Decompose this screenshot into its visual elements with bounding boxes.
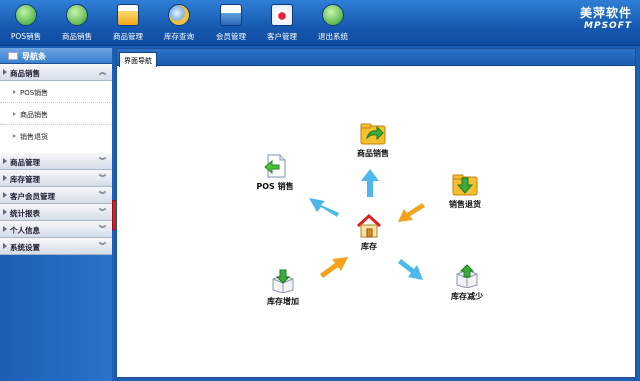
arrow-stock-to-stock-reduce (398, 259, 423, 280)
sidebar-section-system-settings[interactable]: 系统设置 ︾ (0, 238, 112, 255)
sidebar-section-label: 库存管理 (10, 175, 40, 184)
expand-chevron-icon: ︾ (99, 174, 106, 182)
sidebar-section-label: 商品管理 (10, 158, 40, 167)
main-panel: 界面导航 商品销售 POS 销售 销售退货 库存 库存增加 库存减少 (116, 48, 636, 378)
nav-bar-icon (8, 52, 18, 60)
toolbar-member-manage-button[interactable]: 会员管理 (208, 2, 254, 44)
sidebar-section-customer-member[interactable]: 客户会员管理 ︾ (0, 187, 112, 204)
expand-chevron-icon: ︾ (99, 191, 106, 199)
pos-sale-icon (15, 4, 37, 26)
sidebar-section-label: 商品销售 (10, 69, 40, 78)
toolbar-customer-manage-button[interactable]: 客户管理 (259, 2, 305, 44)
arrow-stock-to-product-sale (361, 169, 379, 197)
sidebar-section-label: 客户会员管理 (10, 192, 55, 201)
arrow-stock-add-to-stock (320, 257, 348, 278)
logo-line1: 美萍软件 (579, 6, 632, 20)
expand-chevron-icon: ︾ (99, 157, 106, 165)
expand-arrow-icon (3, 69, 7, 75)
toolbar-label: POS销售 (10, 32, 42, 41)
expand-chevron-icon: ︾ (99, 225, 106, 233)
flow-arrows (309, 169, 425, 280)
sidebar-title: 导航条 (22, 52, 46, 61)
exit-icon (322, 4, 344, 26)
top-toolbar: POS销售 商品销售 商品管理 库存查询 会员管理 客户管理 退出系统 美萍软件… (0, 0, 640, 46)
toolbar-label: 会员管理 (216, 32, 246, 41)
sidebar-section-personal-info[interactable]: 个人信息 ︾ (0, 221, 112, 238)
brand-logo: 美萍软件 MPSOFT (580, 4, 632, 31)
sidebar-item-product-sale[interactable]: 商品销售 (0, 103, 112, 125)
sidebar: 导航条 商品销售 ︽ POS销售 商品销售 销售退货 商品管理 ︾ 库存管理 ︾… (0, 48, 112, 381)
expand-chevron-icon: ︾ (99, 242, 106, 250)
toolbar-label: 商品销售 (62, 32, 92, 41)
logo-line2: MPSOFT (584, 21, 632, 31)
sidebar-section-product-sale[interactable]: 商品销售 ︽ (0, 64, 112, 81)
sidebar-section-label: 个人信息 (10, 226, 40, 235)
sidebar-section-label: 系统设置 (10, 243, 40, 252)
member-manage-icon (220, 4, 242, 26)
toolbar-product-sale-button[interactable]: 商品销售 (54, 2, 100, 44)
product-manage-icon (117, 4, 139, 26)
arrow-sale-return-to-stock (398, 203, 425, 222)
toolbar-exit-button[interactable]: 退出系统 (310, 2, 356, 44)
arrow-stock-to-pos-sale (309, 198, 339, 217)
toolbar-pos-sale-button[interactable]: POS销售 (3, 2, 49, 44)
toolbar-label: 库存查询 (164, 32, 194, 41)
customer-manage-icon (271, 4, 293, 26)
sidebar-item-label: POS销售 (20, 89, 49, 97)
product-sale-icon (66, 4, 88, 26)
sidebar-item-pos-sale[interactable]: POS销售 (0, 81, 112, 103)
expand-chevron-icon: ︾ (99, 208, 106, 216)
expand-arrow-icon (3, 158, 7, 164)
expand-arrow-icon (3, 175, 7, 181)
sidebar-item-label: 商品销售 (20, 111, 48, 119)
toolbar-label: 客户管理 (267, 32, 297, 41)
sidebar-item-label: 销售退货 (20, 133, 48, 141)
collapse-chevron-icon: ︽ (99, 68, 106, 76)
expand-arrow-icon (3, 209, 7, 215)
toolbar-stock-search-button[interactable]: 库存查询 (156, 2, 202, 44)
sidebar-submenu: POS销售 商品销售 销售退货 (0, 81, 112, 153)
expand-arrow-icon (3, 243, 7, 249)
sidebar-item-sale-return[interactable]: 销售退货 (0, 125, 112, 147)
expand-arrow-icon (3, 192, 7, 198)
toolbar-label: 退出系统 (318, 32, 348, 41)
stock-search-icon (168, 4, 190, 26)
sidebar-header: 导航条 (0, 48, 112, 64)
expand-arrow-icon (3, 226, 7, 232)
sidebar-section-product-manage[interactable]: 商品管理 ︾ (0, 153, 112, 170)
sidebar-section-stock-manage[interactable]: 库存管理 ︾ (0, 170, 112, 187)
toolbar-label: 商品管理 (113, 32, 143, 41)
sidebar-section-reports[interactable]: 统计报表 ︾ (0, 204, 112, 221)
sidebar-section-label: 统计报表 (10, 209, 40, 218)
toolbar-product-manage-button[interactable]: 商品管理 (105, 2, 151, 44)
